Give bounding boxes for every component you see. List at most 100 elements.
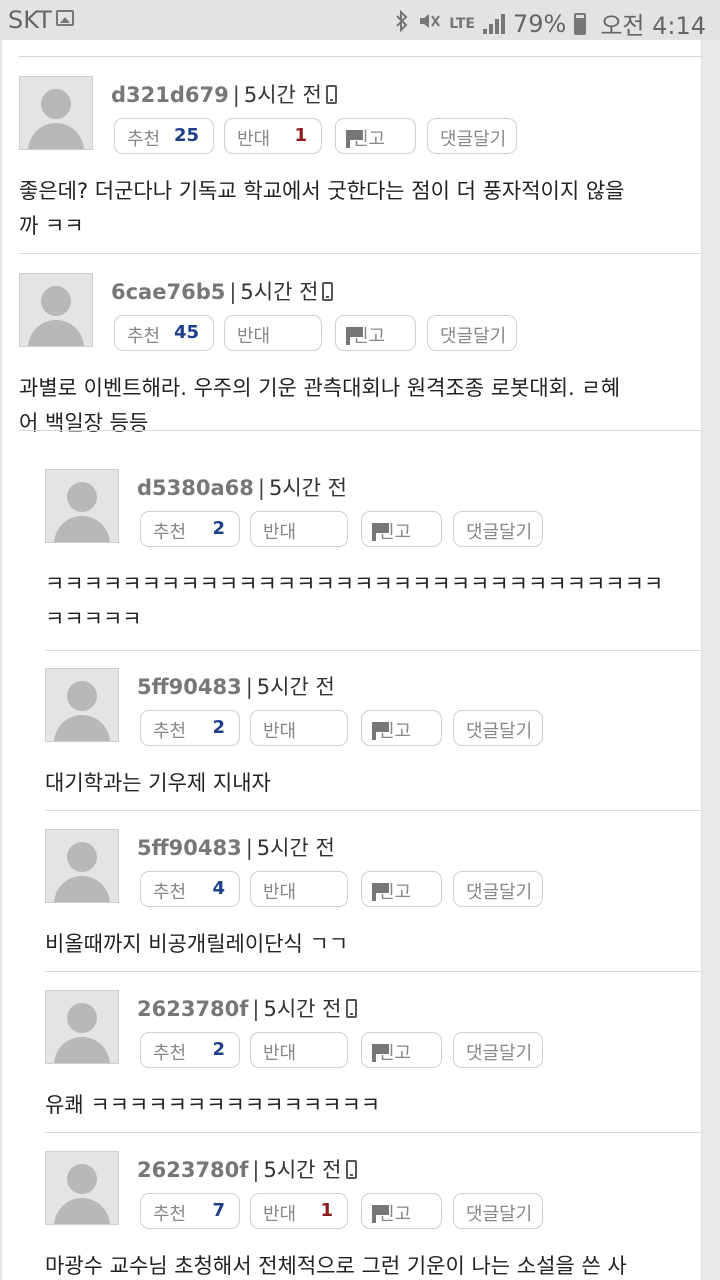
status-bar: SKT LTE 79% 오전 4:14 [0,0,720,40]
timestamp: 5시간 전 [268,476,347,500]
reply-button[interactable]: 댓글달기 [427,118,517,154]
username[interactable]: 5ff90483 [137,836,242,860]
reply-button[interactable]: 댓글달기 [453,710,543,746]
report-button[interactable]: 신고 [335,315,416,351]
username[interactable]: 2623780f [137,997,248,1021]
report-button[interactable]: 신고 [361,511,442,547]
comment-meta: 6cae76b5 | 5시간 전 [111,276,334,306]
downvote-count: 1 [320,1200,333,1221]
upvote-label: 추천 [153,721,187,742]
comment-item: d5380a68 | 5시간 전 추천 2 반대 신고 댓글달기 ㅋㅋㅋㅋㅋㅋㅋㅋㅋ… [45,469,699,649]
avatar[interactable] [45,1151,119,1225]
report-button[interactable]: 신고 [361,1032,442,1068]
divider [19,430,701,431]
downvote-label: 반대 [263,1043,297,1064]
mobile-icon [345,1160,357,1179]
flag-icon [372,1205,389,1223]
avatar-head [67,482,97,512]
comment-text: ㅋㅋㅋㅋㅋㅋㅋㅋㅋㅋㅋㅋㅋㅋㅋㅋㅋㅋㅋㅋㅋㅋㅋㅋㅋㅋㅋㅋㅋㅋㅋㅋ ㅋㅋㅋㅋㅋ [45,572,664,631]
avatar[interactable] [19,76,93,150]
upvote-label: 추천 [153,1043,187,1064]
username[interactable]: 2623780f [137,1158,248,1182]
timestamp: 5시간 전 [256,675,335,699]
upvote-button[interactable]: 추천 2 [140,1032,240,1068]
avatar[interactable] [45,829,119,903]
comment-text: 좋은데? 더군다나 기독교 학교에서 굿한다는 점이 더 풍자적이지 않을 까 … [19,179,625,238]
flag-icon [346,327,363,345]
upvote-button[interactable]: 추천 25 [114,118,214,154]
avatar-head [41,286,71,316]
avatar[interactable] [45,469,119,543]
reply-button[interactable]: 댓글달기 [453,1193,543,1229]
divider [45,971,701,972]
comment-text: 마광수 교수님 초청해서 전체적으로 그런 기운이 나는 소설을 쓴 사 람 뽑… [45,1254,627,1278]
mobile-icon [325,85,337,104]
reply-button[interactable]: 댓글달기 [453,871,543,907]
upvote-count: 2 [212,518,225,539]
upvote-button[interactable]: 추천 4 [140,871,240,907]
comment-meta: 2623780f | 5시간 전 [137,993,357,1023]
bluetooth-icon [395,9,409,37]
upvote-label: 추천 [127,129,161,150]
report-button[interactable]: 신고 [361,710,442,746]
meta-separator: | [257,476,265,500]
upvote-button[interactable]: 추천 45 [114,315,214,351]
upvote-button[interactable]: 추천 2 [140,710,240,746]
divider [45,810,701,811]
comment-item: 2623780f | 5시간 전 추천 7 반대 1 신고 댓글달기 마광수 교수님… [45,1151,699,1280]
battery-icon [574,12,587,35]
downvote-button[interactable]: 반대 [250,511,348,547]
comment-text: 대기학과는 기우제 지내자 [45,771,271,795]
username[interactable]: d5380a68 [137,476,254,500]
report-button[interactable]: 신고 [361,871,442,907]
downvote-button[interactable]: 반대 1 [250,1193,348,1229]
mobile-icon [322,282,334,301]
flag-icon [372,883,389,901]
report-button[interactable]: 신고 [335,118,416,154]
username[interactable]: 5ff90483 [137,675,242,699]
upvote-count: 45 [173,322,199,343]
upvote-button[interactable]: 추천 7 [140,1193,240,1229]
downvote-button[interactable]: 반대 1 [224,118,322,154]
downvote-button[interactable]: 반대 [224,315,322,351]
downvote-button[interactable]: 반대 [250,710,348,746]
reply-button[interactable]: 댓글달기 [427,315,517,351]
report-button[interactable]: 신고 [361,1193,442,1229]
comment-item: 5ff90483 | 5시간 전 추천 2 반대 신고 댓글달기 대기학과는 기우제… [45,668,699,848]
flag-icon [372,722,389,740]
avatar-body [54,876,110,902]
meta-separator: | [229,280,237,304]
mute-icon [417,10,441,37]
upvote-label: 추천 [127,326,161,347]
upvote-label: 추천 [153,1204,187,1225]
comment-item: d321d679 | 5시간 전 추천 25 반대 1 신고 댓글달기 좋은데? 더… [19,76,699,256]
comment-meta: d321d679 | 5시간 전 [111,79,337,109]
flag-icon [346,130,363,148]
upvote-count: 25 [173,125,199,146]
lte-icon: LTE [449,15,475,32]
avatar[interactable] [19,273,93,347]
reply-label: 댓글달기 [466,1043,533,1064]
reply-button[interactable]: 댓글달기 [453,1032,543,1068]
avatar-body [54,1198,110,1224]
timestamp: 5시간 전 [243,83,322,107]
comment-text: 비올때까지 비공개릴레이단식 ㄱㄱ [45,932,349,956]
avatar[interactable] [45,668,119,742]
comment-meta: 5ff90483 | 5시간 전 [137,832,335,862]
avatar[interactable] [45,990,119,1064]
downvote-button[interactable]: 반대 [250,871,348,907]
upvote-label: 추천 [153,522,187,543]
upvote-count: 2 [212,717,225,738]
username[interactable]: 6cae76b5 [111,280,225,304]
meta-separator: | [245,675,253,699]
divider [45,1132,701,1133]
reply-label: 댓글달기 [466,721,533,742]
upvote-button[interactable]: 추천 2 [140,511,240,547]
reply-button[interactable]: 댓글달기 [453,511,543,547]
downvote-button[interactable]: 반대 [250,1032,348,1068]
carrier-label: SKT [8,6,52,34]
upvote-count: 4 [212,878,225,899]
username[interactable]: d321d679 [111,83,229,107]
downvote-label: 반대 [263,522,297,543]
reply-label: 댓글달기 [440,326,507,347]
